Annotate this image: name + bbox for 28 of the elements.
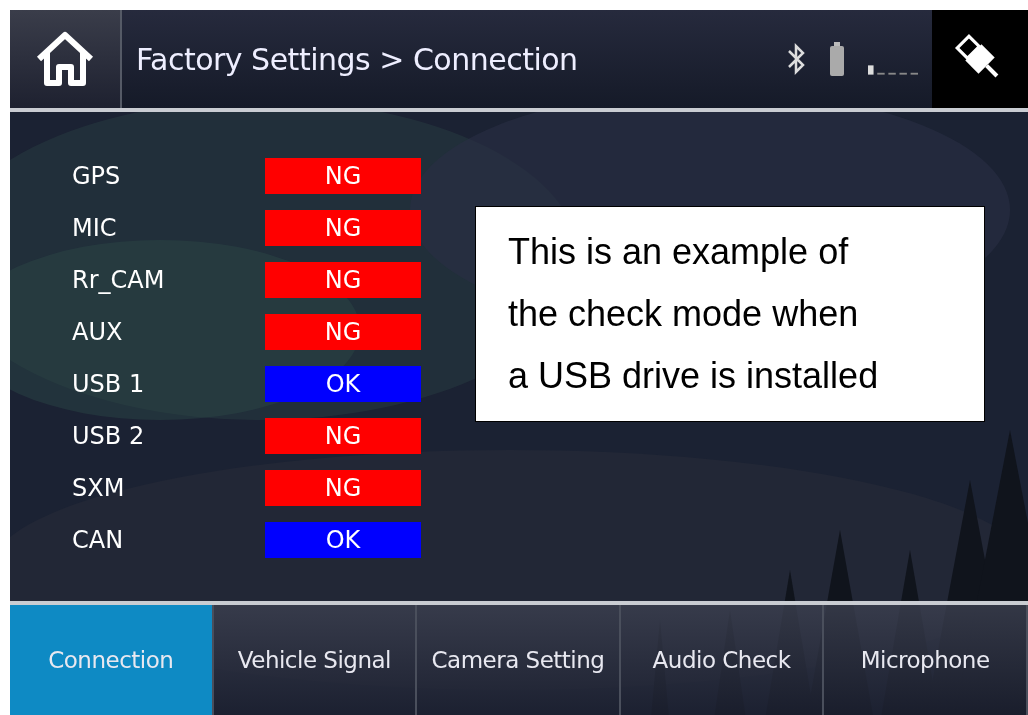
note-callout: This is an example of the check mode when a USB drive is installed (475, 206, 985, 422)
tab[interactable]: Vehicle Signal (213, 605, 418, 715)
status-indicator: OK (265, 522, 421, 558)
home-icon (35, 31, 95, 87)
check-label: AUX (72, 318, 124, 346)
check-label: GPS (72, 162, 122, 190)
check-label: MIC (72, 214, 118, 242)
battery-icon (828, 41, 846, 77)
signal-icon (868, 65, 918, 75)
status-indicator: NG (265, 470, 421, 506)
tab[interactable]: Microphone (824, 605, 1028, 715)
breadcrumb-title: Factory Settings > Connection (136, 41, 578, 77)
usb-button[interactable] (932, 10, 1028, 108)
check-label: USB 1 (72, 370, 146, 398)
status-indicator: NG (265, 314, 421, 350)
bluetooth-icon (786, 41, 806, 77)
home-button[interactable] (10, 10, 122, 108)
status-indicator: NG (265, 262, 421, 298)
check-label: Rr_CAM (72, 266, 166, 294)
status-indicator: OK (265, 366, 421, 402)
tab[interactable]: Audio Check (620, 605, 825, 715)
check-label: USB 2 (72, 422, 146, 450)
tab[interactable]: Camera Setting (417, 605, 621, 715)
status-indicator: NG (265, 210, 421, 246)
check-label: CAN (72, 526, 125, 554)
status-indicator: NG (265, 158, 421, 194)
check-label: SXM (72, 474, 126, 502)
status-indicator: NG (265, 418, 421, 454)
